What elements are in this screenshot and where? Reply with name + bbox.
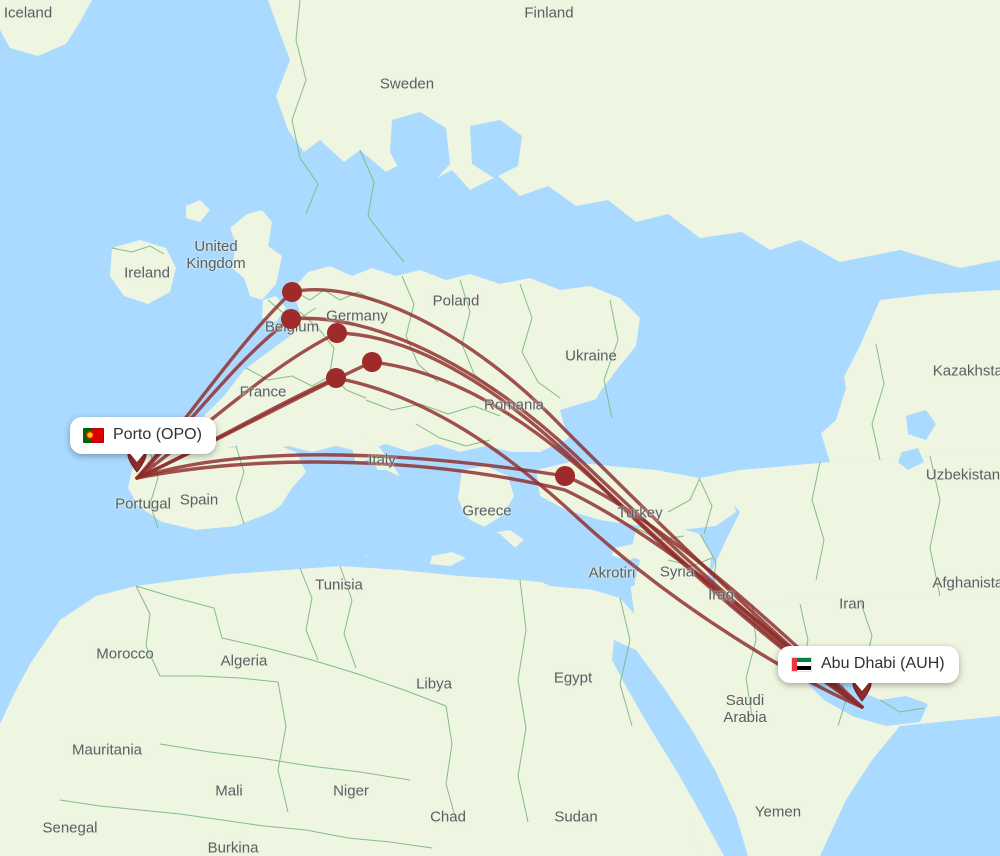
connection-stop-dot[interactable] [362,352,382,372]
connection-stop-dot[interactable] [327,323,347,343]
flight-route-map[interactable]: .land{fill:#eef5e0;} .land-d{fill:#e6f0d… [0,0,1000,856]
flag-united-arab-emirates-icon [791,656,812,672]
connection-stop-dot[interactable] [282,282,302,302]
origin-airport-label: Porto (OPO) [113,426,202,443]
connection-stop-dot[interactable] [281,309,301,329]
connection-stop-dot[interactable] [555,466,575,486]
flag-portugal-icon [83,427,104,443]
connection-stop-dot[interactable] [326,368,346,388]
destination-airport-label: Abu Dhabi (AUH) [821,655,945,672]
destination-airport-tooltip[interactable]: Abu Dhabi (AUH) [778,646,959,691]
origin-airport-tooltip[interactable]: Porto (OPO) [70,417,216,462]
